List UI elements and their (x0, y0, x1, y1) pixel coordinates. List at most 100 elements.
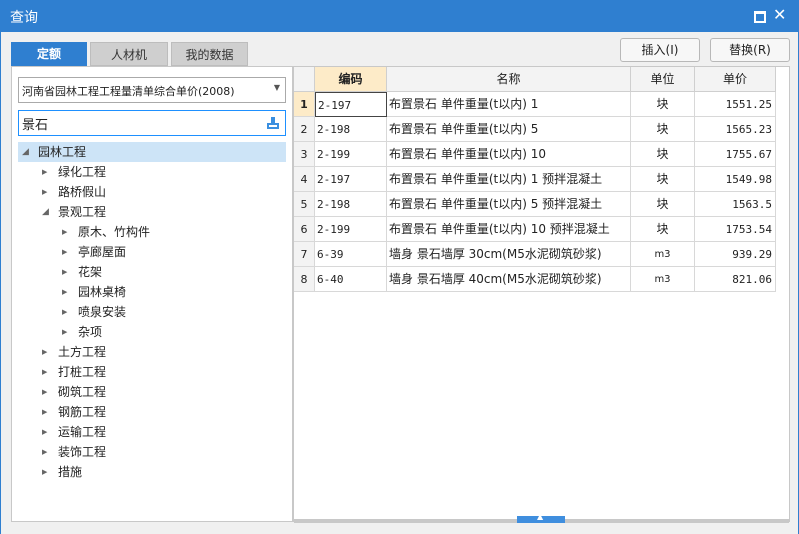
table-cell-code[interactable]: 2-197 (315, 167, 387, 192)
table-cell-code[interactable]: 2-199 (315, 217, 387, 242)
expand-triangle-icon[interactable]: ▶ (42, 182, 47, 202)
table-cell-unit[interactable]: 块 (631, 117, 695, 142)
column-header-price[interactable]: 单价 (695, 67, 776, 92)
tree-item[interactable]: ▶ 砌筑工程 (18, 382, 286, 402)
table-cell-unit[interactable]: 块 (631, 217, 695, 242)
table-cell-name[interactable]: 布置景石 单件重量(t以内) 10 (387, 142, 631, 167)
search-input[interactable] (22, 114, 257, 132)
table-cell-price[interactable]: 1565.23 (695, 117, 776, 142)
table-cell-name[interactable]: 布置景石 单件重量(t以内) 1 预拌混凝土 (387, 167, 631, 192)
table-cell-unit[interactable]: 块 (631, 92, 695, 117)
tree-item[interactable]: ▶ 花架 (18, 262, 286, 282)
maximize-icon[interactable] (751, 8, 767, 24)
left-panel: 河南省园林工程工程量清单综合单价(2008) ▼ ◢ 园林工程 ▶ 绿化工程 ▶ 路桥假山… (11, 66, 293, 522)
tree-item-label: 运输工程 (58, 425, 107, 439)
tree-item[interactable]: ◢ 景观工程 (18, 202, 286, 222)
expand-triangle-icon[interactable]: ▶ (42, 402, 47, 422)
tree-item[interactable]: ▶ 路桥假山 (18, 182, 286, 202)
expand-triangle-icon[interactable]: ▶ (62, 242, 67, 262)
column-header-code[interactable]: 编码 (315, 67, 387, 92)
table-cell-name[interactable]: 布置景石 单件重量(t以内) 5 预拌混凝土 (387, 192, 631, 217)
expand-triangle-icon[interactable]: ▶ (62, 262, 67, 282)
expand-triangle-icon[interactable]: ▶ (42, 442, 47, 462)
tree-item-label: 路桥假山 (58, 185, 107, 199)
tree-item[interactable]: ▶ 打桩工程 (18, 362, 286, 382)
table-cell-code[interactable]: 2-198 (315, 117, 387, 142)
tab-quota[interactable]: 定额 (11, 42, 87, 66)
table-cell-name[interactable]: 墙身 景石墙厚 30cm(M5水泥砌筑砂浆) (387, 242, 631, 267)
collapse-triangle-icon[interactable]: ◢ (42, 202, 49, 222)
search-filter-icon[interactable] (266, 116, 280, 130)
dropdown-arrow-icon[interactable]: ▼ (274, 83, 280, 92)
library-select[interactable]: 河南省园林工程工程量清单综合单价(2008) ▼ (18, 77, 286, 103)
table-cell-code[interactable]: 2-197 (315, 92, 387, 117)
table-cell-price[interactable]: 1755.67 (695, 142, 776, 167)
tree-item[interactable]: ▶ 绿化工程 (18, 162, 286, 182)
collapse-triangle-icon[interactable]: ◢ (22, 142, 29, 162)
table-cell-price[interactable]: 1563.5 (695, 192, 776, 217)
search-box[interactable] (18, 110, 286, 136)
table-cell-no[interactable]: 2 (294, 117, 315, 142)
column-header-unit[interactable]: 单位 (631, 67, 695, 92)
table-cell-no[interactable]: 3 (294, 142, 315, 167)
table-cell-no[interactable]: 5 (294, 192, 315, 217)
table-cell-name[interactable]: 布置景石 单件重量(t以内) 10 预拌混凝土 (387, 217, 631, 242)
table-cell-unit[interactable]: m3 (631, 267, 695, 292)
table-cell-code[interactable]: 2-199 (315, 142, 387, 167)
table-cell-price[interactable]: 1753.54 (695, 217, 776, 242)
table-cell-name[interactable]: 墙身 景石墙厚 40cm(M5水泥砌筑砂浆) (387, 267, 631, 292)
table-cell-code[interactable]: 6-39 (315, 242, 387, 267)
table-cell-unit[interactable]: 块 (631, 167, 695, 192)
tree-item[interactable]: ▶ 土方工程 (18, 342, 286, 362)
table-cell-no[interactable]: 6 (294, 217, 315, 242)
tab-labor-material-machine[interactable]: 人材机 (90, 42, 168, 66)
table-cell-name[interactable]: 布置景石 单件重量(t以内) 1 (387, 92, 631, 117)
tree-item[interactable]: ▶ 杂项 (18, 322, 286, 342)
table-cell-price[interactable]: 1551.25 (695, 92, 776, 117)
table-cell-no[interactable]: 4 (294, 167, 315, 192)
tree-item[interactable]: ▶ 运输工程 (18, 422, 286, 442)
expand-triangle-icon[interactable]: ▶ (42, 422, 47, 442)
tree-item[interactable]: ▶ 钢筋工程 (18, 402, 286, 422)
table-cell-code[interactable]: 2-198 (315, 192, 387, 217)
tree-item[interactable]: ◢ 园林工程 (18, 142, 286, 162)
tree-item-label: 花架 (78, 265, 103, 279)
table-cell-no[interactable]: 1 (294, 92, 315, 117)
scrollbar-thumb[interactable]: ▲ (517, 512, 565, 523)
tree-item[interactable]: ▶ 措施 (18, 462, 286, 482)
expand-triangle-icon[interactable]: ▶ (62, 282, 67, 302)
expand-triangle-icon[interactable]: ▶ (42, 362, 47, 382)
table-cell-code[interactable]: 6-40 (315, 267, 387, 292)
tree-item[interactable]: ▶ 亭廊屋面 (18, 242, 286, 262)
table-cell-no[interactable]: 7 (294, 242, 315, 267)
expand-triangle-icon[interactable]: ▶ (42, 162, 47, 182)
expand-triangle-icon[interactable]: ▶ (62, 222, 67, 242)
expand-triangle-icon[interactable]: ▶ (42, 462, 47, 482)
table-cell-price[interactable]: 939.29 (695, 242, 776, 267)
tree-item-label: 措施 (58, 465, 83, 479)
replace-button[interactable]: 替换(R) (710, 38, 790, 62)
close-icon[interactable]: ✕ (772, 5, 788, 24)
tree-item[interactable]: ▶ 园林桌椅 (18, 282, 286, 302)
table-cell-price[interactable]: 1549.98 (695, 167, 776, 192)
table-cell-unit[interactable]: m3 (631, 242, 695, 267)
column-header-name[interactable]: 名称 (387, 67, 631, 92)
tree-item-label: 园林桌椅 (78, 285, 127, 299)
insert-button[interactable]: 插入(I) (620, 38, 700, 62)
table-cell-no[interactable]: 8 (294, 267, 315, 292)
expand-triangle-icon[interactable]: ▶ (42, 342, 47, 362)
expand-triangle-icon[interactable]: ▶ (42, 382, 47, 402)
tree-item-label: 装饰工程 (58, 445, 107, 459)
table-cell-name[interactable]: 布置景石 单件重量(t以内) 5 (387, 117, 631, 142)
tree-item[interactable]: ▶ 装饰工程 (18, 442, 286, 462)
table-cell-unit[interactable]: 块 (631, 142, 695, 167)
expand-triangle-icon[interactable]: ▶ (62, 302, 67, 322)
tree-item[interactable]: ▶ 喷泉安装 (18, 302, 286, 322)
table-cell-price[interactable]: 821.06 (695, 267, 776, 292)
tab-my-data[interactable]: 我的数据 (171, 42, 248, 66)
table-cell-unit[interactable]: 块 (631, 192, 695, 217)
expand-triangle-icon[interactable]: ▶ (62, 322, 67, 342)
tree-item-label: 园林工程 (38, 145, 87, 159)
tree-item[interactable]: ▶ 原木、竹构件 (18, 222, 286, 242)
tree-item-label: 喷泉安装 (78, 305, 127, 319)
